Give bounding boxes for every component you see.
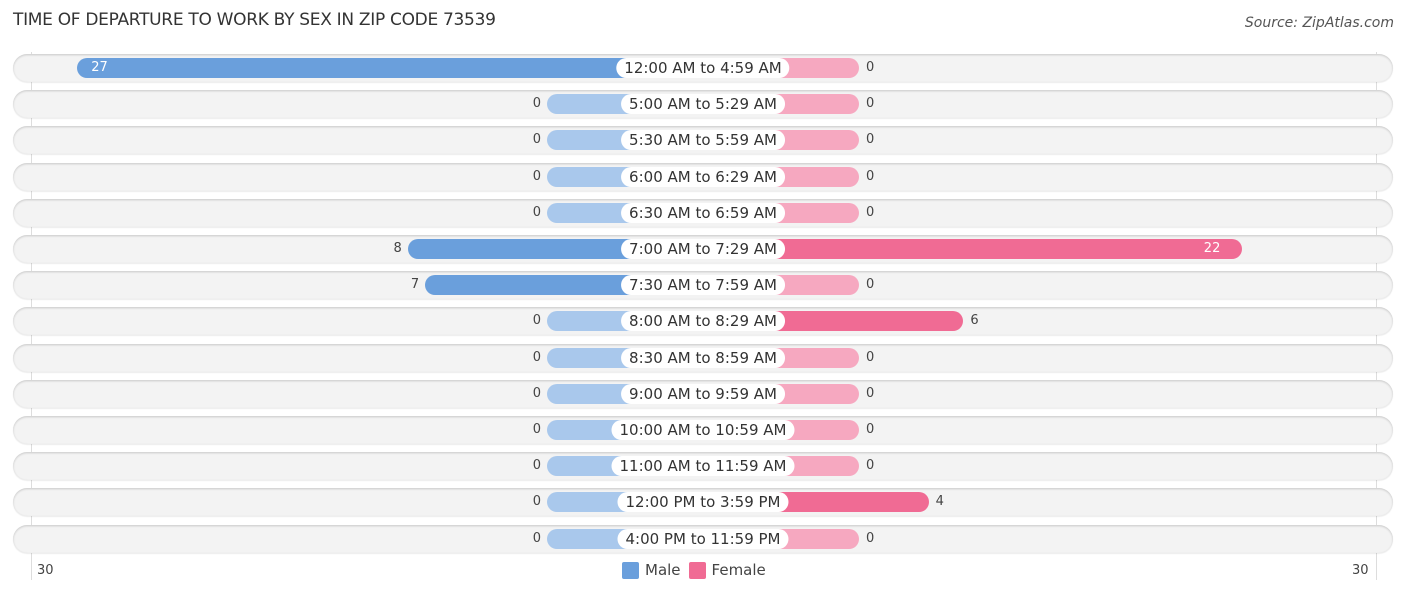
chart-row: 0 0 9:00 AM to 9:59 AM xyxy=(13,379,1393,408)
female-value: 0 xyxy=(866,132,875,148)
female-value: 22 xyxy=(1203,241,1221,256)
female-value: 0 xyxy=(866,385,875,401)
axis-tick-left: 30 xyxy=(37,563,54,578)
category-label: 6:00 AM to 6:29 AM xyxy=(621,166,785,187)
chart-row: 0 4 12:00 PM to 3:59 PM xyxy=(13,488,1393,517)
chart-row: 0 6 8:00 AM to 8:29 AM xyxy=(13,307,1393,336)
chart-row: 0 0 5:30 AM to 5:59 AM xyxy=(13,126,1393,155)
chart-title: TIME OF DEPARTURE TO WORK BY SEX IN ZIP … xyxy=(13,10,496,30)
category-label: 5:00 AM to 5:29 AM xyxy=(621,94,785,115)
category-label: 10:00 AM to 10:59 AM xyxy=(611,420,795,440)
female-value: 0 xyxy=(866,96,875,112)
chart-row: 0 0 10:00 AM to 10:59 AM xyxy=(13,416,1393,444)
legend-male-swatch xyxy=(622,562,639,579)
male-value: 0 xyxy=(532,204,541,220)
female-value: 6 xyxy=(970,313,979,329)
male-value: 0 xyxy=(532,132,541,148)
chart-row: 0 0 8:30 AM to 8:59 AM xyxy=(13,343,1393,372)
legend-male: Male xyxy=(622,561,681,579)
chart-row: 0 0 6:00 AM to 6:29 AM xyxy=(13,162,1393,191)
female-value: 0 xyxy=(866,458,875,474)
male-value: 0 xyxy=(532,494,541,510)
legend-female-swatch xyxy=(688,562,706,579)
chart-row: 0 0 11:00 AM to 11:59 AM xyxy=(13,452,1393,481)
male-value: 0 xyxy=(532,168,541,184)
male-value: 0 xyxy=(532,96,541,112)
category-label: 8:00 AM to 8:29 AM xyxy=(621,311,785,332)
chart-row: 7 0 7:30 AM to 7:59 AM xyxy=(13,271,1393,300)
male-bar xyxy=(77,58,703,78)
female-value: 4 xyxy=(935,494,944,510)
category-label: 12:00 PM to 3:59 PM xyxy=(617,492,789,513)
male-value: 0 xyxy=(532,385,541,401)
axis-tick-right: 30 xyxy=(1352,563,1369,578)
male-value: 0 xyxy=(532,349,541,365)
female-value: 0 xyxy=(866,530,875,546)
category-label: 8:30 AM to 8:59 AM xyxy=(621,347,785,368)
female-value: 0 xyxy=(866,60,875,75)
female-value: 0 xyxy=(866,168,875,184)
category-label: 5:30 AM to 5:59 AM xyxy=(621,130,785,151)
chart-row: 27 0 12:00 AM to 4:59 AM xyxy=(13,54,1393,82)
male-value: 0 xyxy=(532,458,541,474)
male-value: 0 xyxy=(532,313,541,329)
male-value: 27 xyxy=(91,60,108,75)
female-value: 0 xyxy=(866,349,875,365)
legend-female: Female xyxy=(688,561,766,579)
category-label: 6:30 AM to 6:59 AM xyxy=(621,202,785,223)
male-value: 0 xyxy=(532,530,541,546)
chart-row: 0 0 5:00 AM to 5:29 AM xyxy=(13,90,1393,119)
male-value: 8 xyxy=(393,241,402,256)
category-label: 7:30 AM to 7:59 AM xyxy=(621,275,785,296)
female-value: 0 xyxy=(866,422,875,437)
chart-row: 0 0 4:00 PM to 11:59 PM xyxy=(13,524,1393,553)
chart-row: 8 22 7:00 AM to 7:29 AM xyxy=(13,235,1393,263)
female-value: 0 xyxy=(866,277,875,293)
male-value: 0 xyxy=(532,422,541,437)
category-label: 11:00 AM to 11:59 AM xyxy=(611,456,795,477)
category-label: 9:00 AM to 9:59 AM xyxy=(621,383,785,404)
chart-row: 0 0 6:30 AM to 6:59 AM xyxy=(13,198,1393,227)
category-label: 12:00 AM to 4:59 AM xyxy=(616,58,790,78)
male-value: 7 xyxy=(410,277,420,293)
source-label: Source: ZipAtlas.com xyxy=(1244,15,1394,31)
category-label: 4:00 PM to 11:59 PM xyxy=(617,528,789,549)
category-label: 7:00 AM to 7:29 AM xyxy=(621,239,785,259)
female-value: 0 xyxy=(866,204,875,220)
legend: Male Female xyxy=(622,561,766,579)
